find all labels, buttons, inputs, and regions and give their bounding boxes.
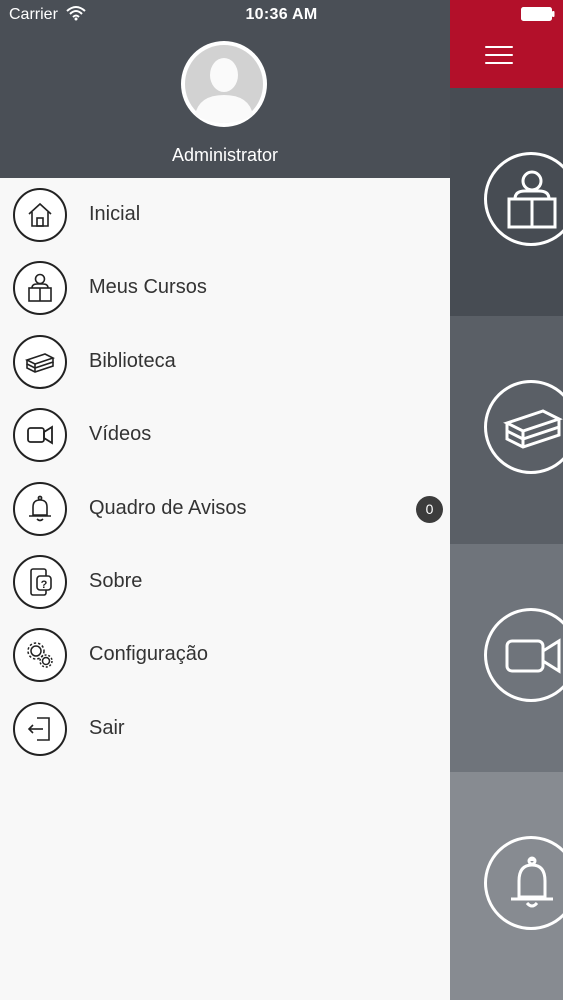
menu-item-label: Sair: [89, 716, 125, 739]
status-bar: Carrier 10:36 AM: [0, 0, 563, 30]
menu-item-inicial[interactable]: Inicial: [0, 178, 450, 251]
menu-item-sair[interactable]: Sair: [0, 692, 450, 765]
tile-biblioteca[interactable]: [450, 316, 563, 544]
tile-videos[interactable]: [450, 544, 563, 772]
menu-item-label: Configuração: [89, 643, 208, 666]
bell-icon: [13, 481, 67, 536]
gears-icon: [13, 628, 67, 683]
phone-question-icon: ?: [13, 554, 67, 609]
menu-item-meus-cursos[interactable]: Meus Cursos: [0, 251, 450, 324]
books-icon: [484, 380, 563, 474]
drawer-menu: Inicial Meus Cursos Biblioteca Vídeos Qu…: [0, 178, 450, 765]
tile-meus-cursos[interactable]: [450, 88, 563, 316]
menu-item-label: Inicial: [89, 203, 141, 225]
menu-item-quadro-de-avisos[interactable]: Quadro de Avisos 0: [0, 472, 450, 545]
hamburger-icon: [485, 46, 513, 70]
menu-item-biblioteca[interactable]: Biblioteca: [0, 325, 450, 398]
video-camera-icon: [13, 408, 67, 463]
user-silhouette-icon: [185, 45, 263, 123]
menu-item-configuracao[interactable]: Configuração: [0, 618, 450, 691]
reader-icon: [13, 261, 67, 316]
user-name: Administrator: [171, 145, 279, 165]
menu-item-label: Quadro de Avisos: [89, 496, 247, 519]
bell-icon: [484, 836, 563, 930]
menu-item-videos[interactable]: Vídeos: [0, 398, 450, 471]
battery-icon: [521, 7, 555, 21]
tile-quadro-de-avisos[interactable]: [450, 772, 563, 1000]
side-drawer: Administrator Inicial Meus Cursos Biblio…: [0, 0, 450, 1000]
menu-item-sobre[interactable]: ? Sobre: [0, 545, 450, 618]
notification-count-badge: 0: [416, 495, 443, 523]
menu-item-label: Biblioteca: [89, 349, 176, 372]
video-camera-icon: [484, 608, 563, 702]
svg-text:?: ?: [41, 579, 48, 591]
books-icon: [13, 334, 67, 389]
reader-icon: [484, 152, 563, 246]
menu-item-label: Sobre: [89, 569, 143, 592]
home-icon: [13, 188, 67, 242]
exit-door-icon: [13, 701, 67, 756]
menu-item-label: Vídeos: [89, 423, 152, 446]
main-content: [450, 0, 563, 1000]
clock: 10:36 AM: [245, 6, 318, 23]
menu-item-label: Meus Cursos: [89, 276, 207, 299]
avatar[interactable]: [181, 41, 267, 127]
